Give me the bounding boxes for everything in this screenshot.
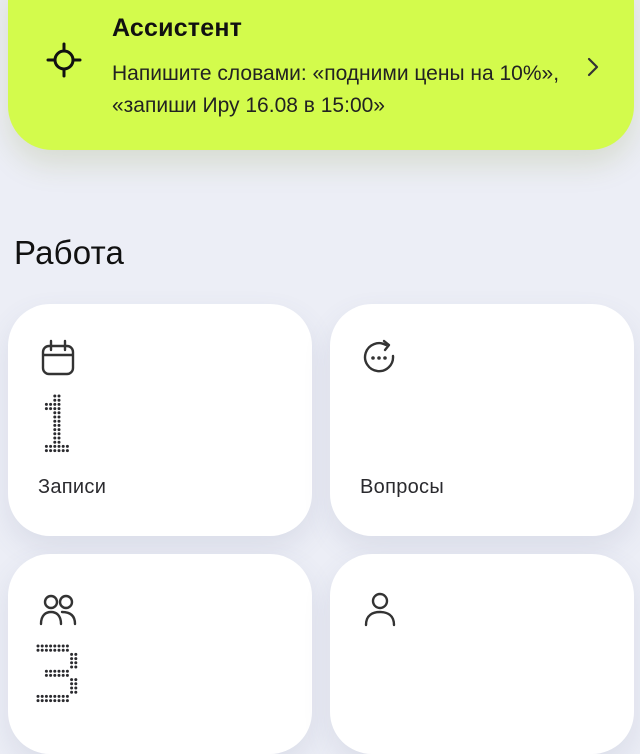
assistant-description: Напишите словами: «подними цены на 10%»,…	[112, 62, 560, 117]
appointments-label: Записи	[38, 476, 107, 498]
section-title: Работа	[14, 234, 125, 271]
card-staff[interactable]	[330, 554, 634, 754]
card-appointments[interactable]: Записи	[8, 304, 312, 536]
calendar-icon	[41, 339, 75, 376]
clients-count	[36, 644, 78, 703]
appointments-count	[44, 394, 69, 453]
assistant-title: Ассистент	[112, 14, 243, 42]
card-questions[interactable]: Вопросы	[330, 304, 634, 536]
questions-label: Вопросы	[360, 476, 445, 498]
users-icon	[39, 594, 77, 626]
target-icon	[46, 42, 82, 78]
user-icon	[364, 592, 396, 627]
chat-refresh-icon	[363, 339, 395, 373]
assistant-banner[interactable]: Ассистент Напишите словами: «подними цен…	[8, 0, 634, 150]
chevron-right-icon[interactable]	[586, 56, 600, 78]
card-clients[interactable]	[8, 554, 312, 754]
